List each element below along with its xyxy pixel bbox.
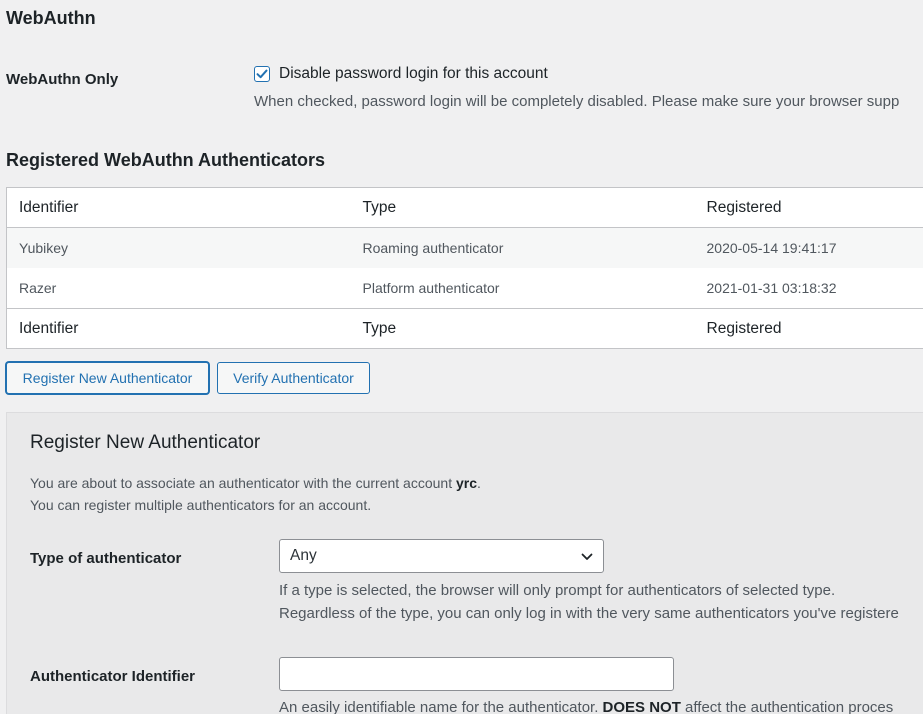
account-name: yrc <box>455 475 478 491</box>
cell-identifier: Yubikey <box>19 240 69 256</box>
identifier-help: An easily identifiable name for the auth… <box>279 699 893 714</box>
table-row: Yubikey Roaming authenticator 2020-05-14… <box>6 227 923 268</box>
register-panel-intro-line2: You can register multiple authenticators… <box>30 497 372 513</box>
authenticator-identifier-input[interactable] <box>279 657 674 691</box>
column-header-identifier: Identifier <box>6 187 351 228</box>
identifier-help-emphasis: DOES NOT <box>602 699 681 714</box>
authenticators-heading: Registered WebAuthn Authenticators <box>6 150 326 170</box>
checkmark-icon <box>256 69 268 79</box>
column-footer-type: Type <box>350 308 695 349</box>
cell-registered: 2021-01-31 03:18:32 <box>706 280 837 296</box>
chevron-down-icon <box>581 553 593 560</box>
column-header-registered: Registered <box>694 187 923 228</box>
table-header-row: Identifier Type Registered <box>6 187 923 228</box>
section-title: WebAuthn <box>6 8 96 28</box>
disable-password-checkbox[interactable] <box>254 66 270 82</box>
verify-authenticator-button[interactable]: Verify Authenticator <box>217 362 370 394</box>
webauthn-only-label: WebAuthn Only <box>6 71 119 88</box>
identifier-help-rest: affect the authentication proces <box>680 699 894 714</box>
disable-password-label: Disable password login for this account <box>279 65 548 82</box>
identifier-help-text: An easily identifiable name for the auth… <box>279 699 603 714</box>
type-of-authenticator-label: Type of authenticator <box>30 550 182 567</box>
type-help-line1: If a type is selected, the browser will … <box>279 582 836 599</box>
cell-type: Platform authenticator <box>362 280 500 296</box>
register-panel-title: Register New Authenticator <box>30 432 261 453</box>
profile-page: WebAuthn WebAuthn Only Disable password … <box>0 0 923 714</box>
table-row: Razer Platform authenticator 2021-01-31 … <box>6 268 923 309</box>
register-panel-intro: You are about to associate an authentica… <box>30 475 481 491</box>
column-header-type: Type <box>350 187 695 228</box>
authenticator-identifier-label: Authenticator Identifier <box>30 668 196 685</box>
register-new-authenticator-button[interactable]: Register New Authenticator <box>6 362 209 394</box>
disable-password-checkbox-row[interactable]: Disable password login for this account <box>254 65 548 83</box>
type-help-line2: Regardless of the type, you can only log… <box>279 605 899 622</box>
webauthn-only-description: When checked, password login will be com… <box>254 93 900 110</box>
intro-text: You are about to associate an authentica… <box>30 475 456 491</box>
column-footer-identifier: Identifier <box>6 308 351 349</box>
cell-registered: 2020-05-14 19:41:17 <box>706 240 837 256</box>
cell-type: Roaming authenticator <box>362 240 504 256</box>
table-footer-row: Identifier Type Registered <box>6 308 923 349</box>
authenticator-type-value: Any <box>290 547 317 564</box>
cell-identifier: Razer <box>19 280 57 296</box>
authenticator-type-select[interactable]: Any <box>279 539 604 573</box>
authenticators-table: Identifier Type Registered Yubikey Roami… <box>6 187 923 349</box>
column-footer-registered: Registered <box>694 308 923 349</box>
intro-end: . <box>477 475 481 491</box>
